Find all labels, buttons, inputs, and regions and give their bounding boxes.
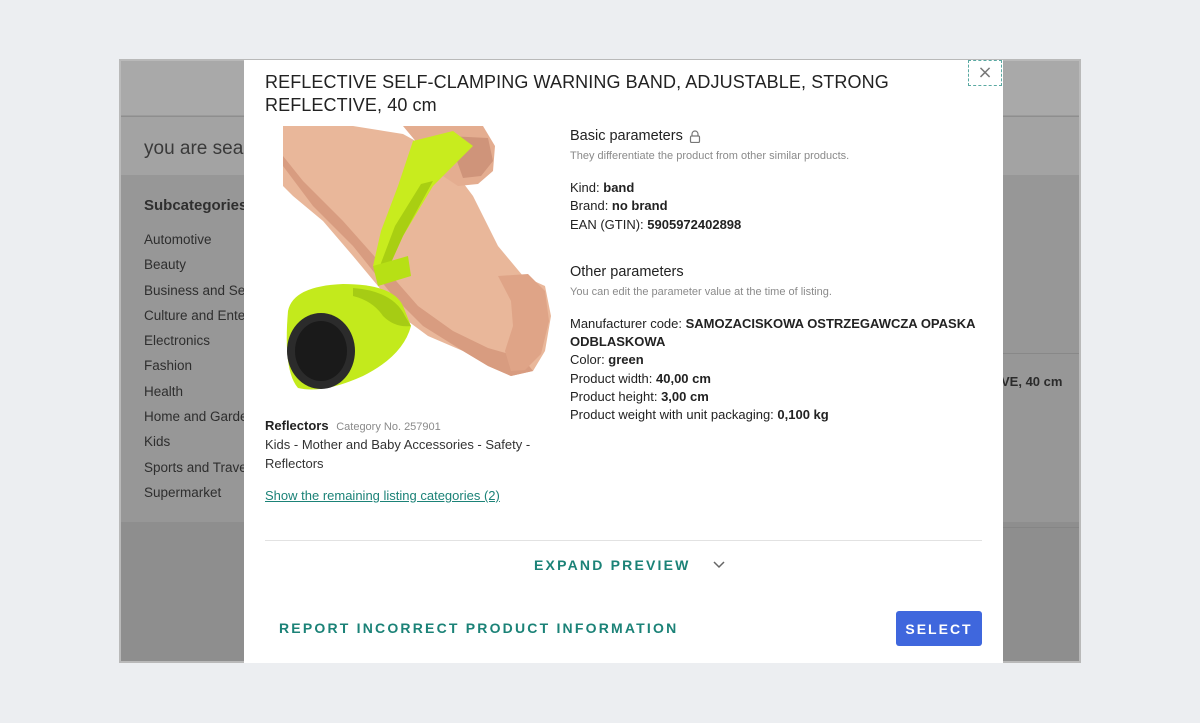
parameter-row: Product width: 40,00 cm <box>570 370 980 388</box>
parameter-value: no brand <box>611 198 668 214</box>
background-result-title: VE, 40 cm <box>1001 374 1063 389</box>
basic-parameters-heading: Basic parameters <box>570 128 980 144</box>
parameter-label: Product weight with unit packaging: <box>570 407 778 423</box>
background-divider <box>1003 353 1079 354</box>
parameter-row: Product height: 3,00 cm <box>570 388 980 406</box>
parameter-row: Brand: no brand <box>570 197 980 215</box>
close-icon: × <box>977 62 993 83</box>
chevron-down-icon <box>713 561 725 569</box>
expand-preview-label: EXPAND PREVIEW <box>534 557 691 573</box>
subcategories-title: Subcategories <box>144 197 248 214</box>
parameter-label: Product height: <box>570 389 662 405</box>
subcategory-item[interactable]: Supermarket <box>144 485 257 510</box>
parameter-label: Manufacturer code: <box>570 315 686 331</box>
show-remaining-categories-link[interactable]: Show the remaining listing categories (2… <box>265 488 500 503</box>
subcategory-item[interactable]: Fashion <box>144 358 257 383</box>
product-image <box>283 126 551 404</box>
basic-parameters-list: Kind: band Brand: no brand EAN (GTIN): 5… <box>570 179 980 234</box>
basic-parameters-subtitle: They differentiate the product from othe… <box>570 150 850 162</box>
parameter-row: Kind: band <box>570 179 980 197</box>
parameter-row: EAN (GTIN): 5905972402898 <box>570 216 980 234</box>
subcategory-item[interactable]: Culture and Enter <box>144 308 257 333</box>
parameter-row: Manufacturer code: SAMOZACISKOWA OSTRZEG… <box>570 315 980 352</box>
basic-parameters-title: Basic parameters <box>570 128 683 144</box>
expand-preview-button[interactable]: EXPAND PREVIEW <box>534 557 725 573</box>
other-parameters: Other parameters You can edit the parame… <box>570 264 980 425</box>
subcategory-item[interactable]: Business and Serv <box>144 283 257 308</box>
parameter-label: EAN (GTIN): <box>570 216 648 232</box>
parameter-value: band <box>603 180 635 195</box>
subcategory-item[interactable]: Home and Garden <box>144 409 257 434</box>
category-row: Reflectors Category No. 257901 <box>265 418 441 433</box>
report-incorrect-info-button[interactable]: REPORT INCORRECT PRODUCT INFORMATION <box>279 620 678 636</box>
other-parameters-list: Manufacturer code: SAMOZACISKOWA OSTRZEG… <box>570 315 980 425</box>
category-name: Reflectors <box>265 418 329 433</box>
parameter-value: 3,00 cm <box>661 389 709 405</box>
parameter-row: Color: green <box>570 351 980 369</box>
parameters-section: Basic parameters They differentiate the … <box>570 128 980 425</box>
background-divider <box>1003 527 1079 528</box>
subcategory-item[interactable]: Health <box>144 384 257 409</box>
subcategory-item[interactable]: Kids <box>144 434 257 459</box>
product-title: REFLECTIVE SELF-CLAMPING WARNING BAND, A… <box>265 72 889 115</box>
product-preview-dialog: × REFLECTIVE SELF-CLAMPING WARNING BAND,… <box>244 60 1003 663</box>
parameter-value: 40,00 cm <box>656 370 711 386</box>
category-number: Category No. 257901 <box>336 421 441 433</box>
category-path: Kids - Mother and Baby Accessories - Saf… <box>265 437 531 471</box>
select-button[interactable]: SELECT <box>896 611 982 646</box>
parameter-label: Kind: <box>570 180 604 195</box>
parameter-value: 5905972402898 <box>647 216 742 232</box>
subcategory-list: Automotive Beauty Business and Serv Cult… <box>144 232 257 510</box>
lock-icon <box>689 129 700 143</box>
other-parameters-title: Other parameters <box>570 263 684 280</box>
section-divider <box>265 540 982 541</box>
subcategory-item[interactable]: Sports and Travel <box>144 460 257 485</box>
subcategory-item[interactable]: Automotive <box>144 232 257 257</box>
other-parameters-subtitle: You can edit the parameter value at the … <box>570 285 832 298</box>
parameter-label: Color: <box>570 352 609 368</box>
subcategory-item[interactable]: Beauty <box>144 257 257 282</box>
parameter-value: green <box>608 352 644 368</box>
subcategory-item[interactable]: Electronics <box>144 333 257 358</box>
parameter-label: Brand: <box>570 198 612 214</box>
parameter-label: Product width: <box>570 370 656 386</box>
parameter-row: Product weight with unit packaging: 0,10… <box>570 406 980 424</box>
close-button[interactable]: × <box>968 60 1002 86</box>
background-search-text: you are sear <box>144 138 250 159</box>
parameter-value: 0,100 kg <box>777 407 829 423</box>
